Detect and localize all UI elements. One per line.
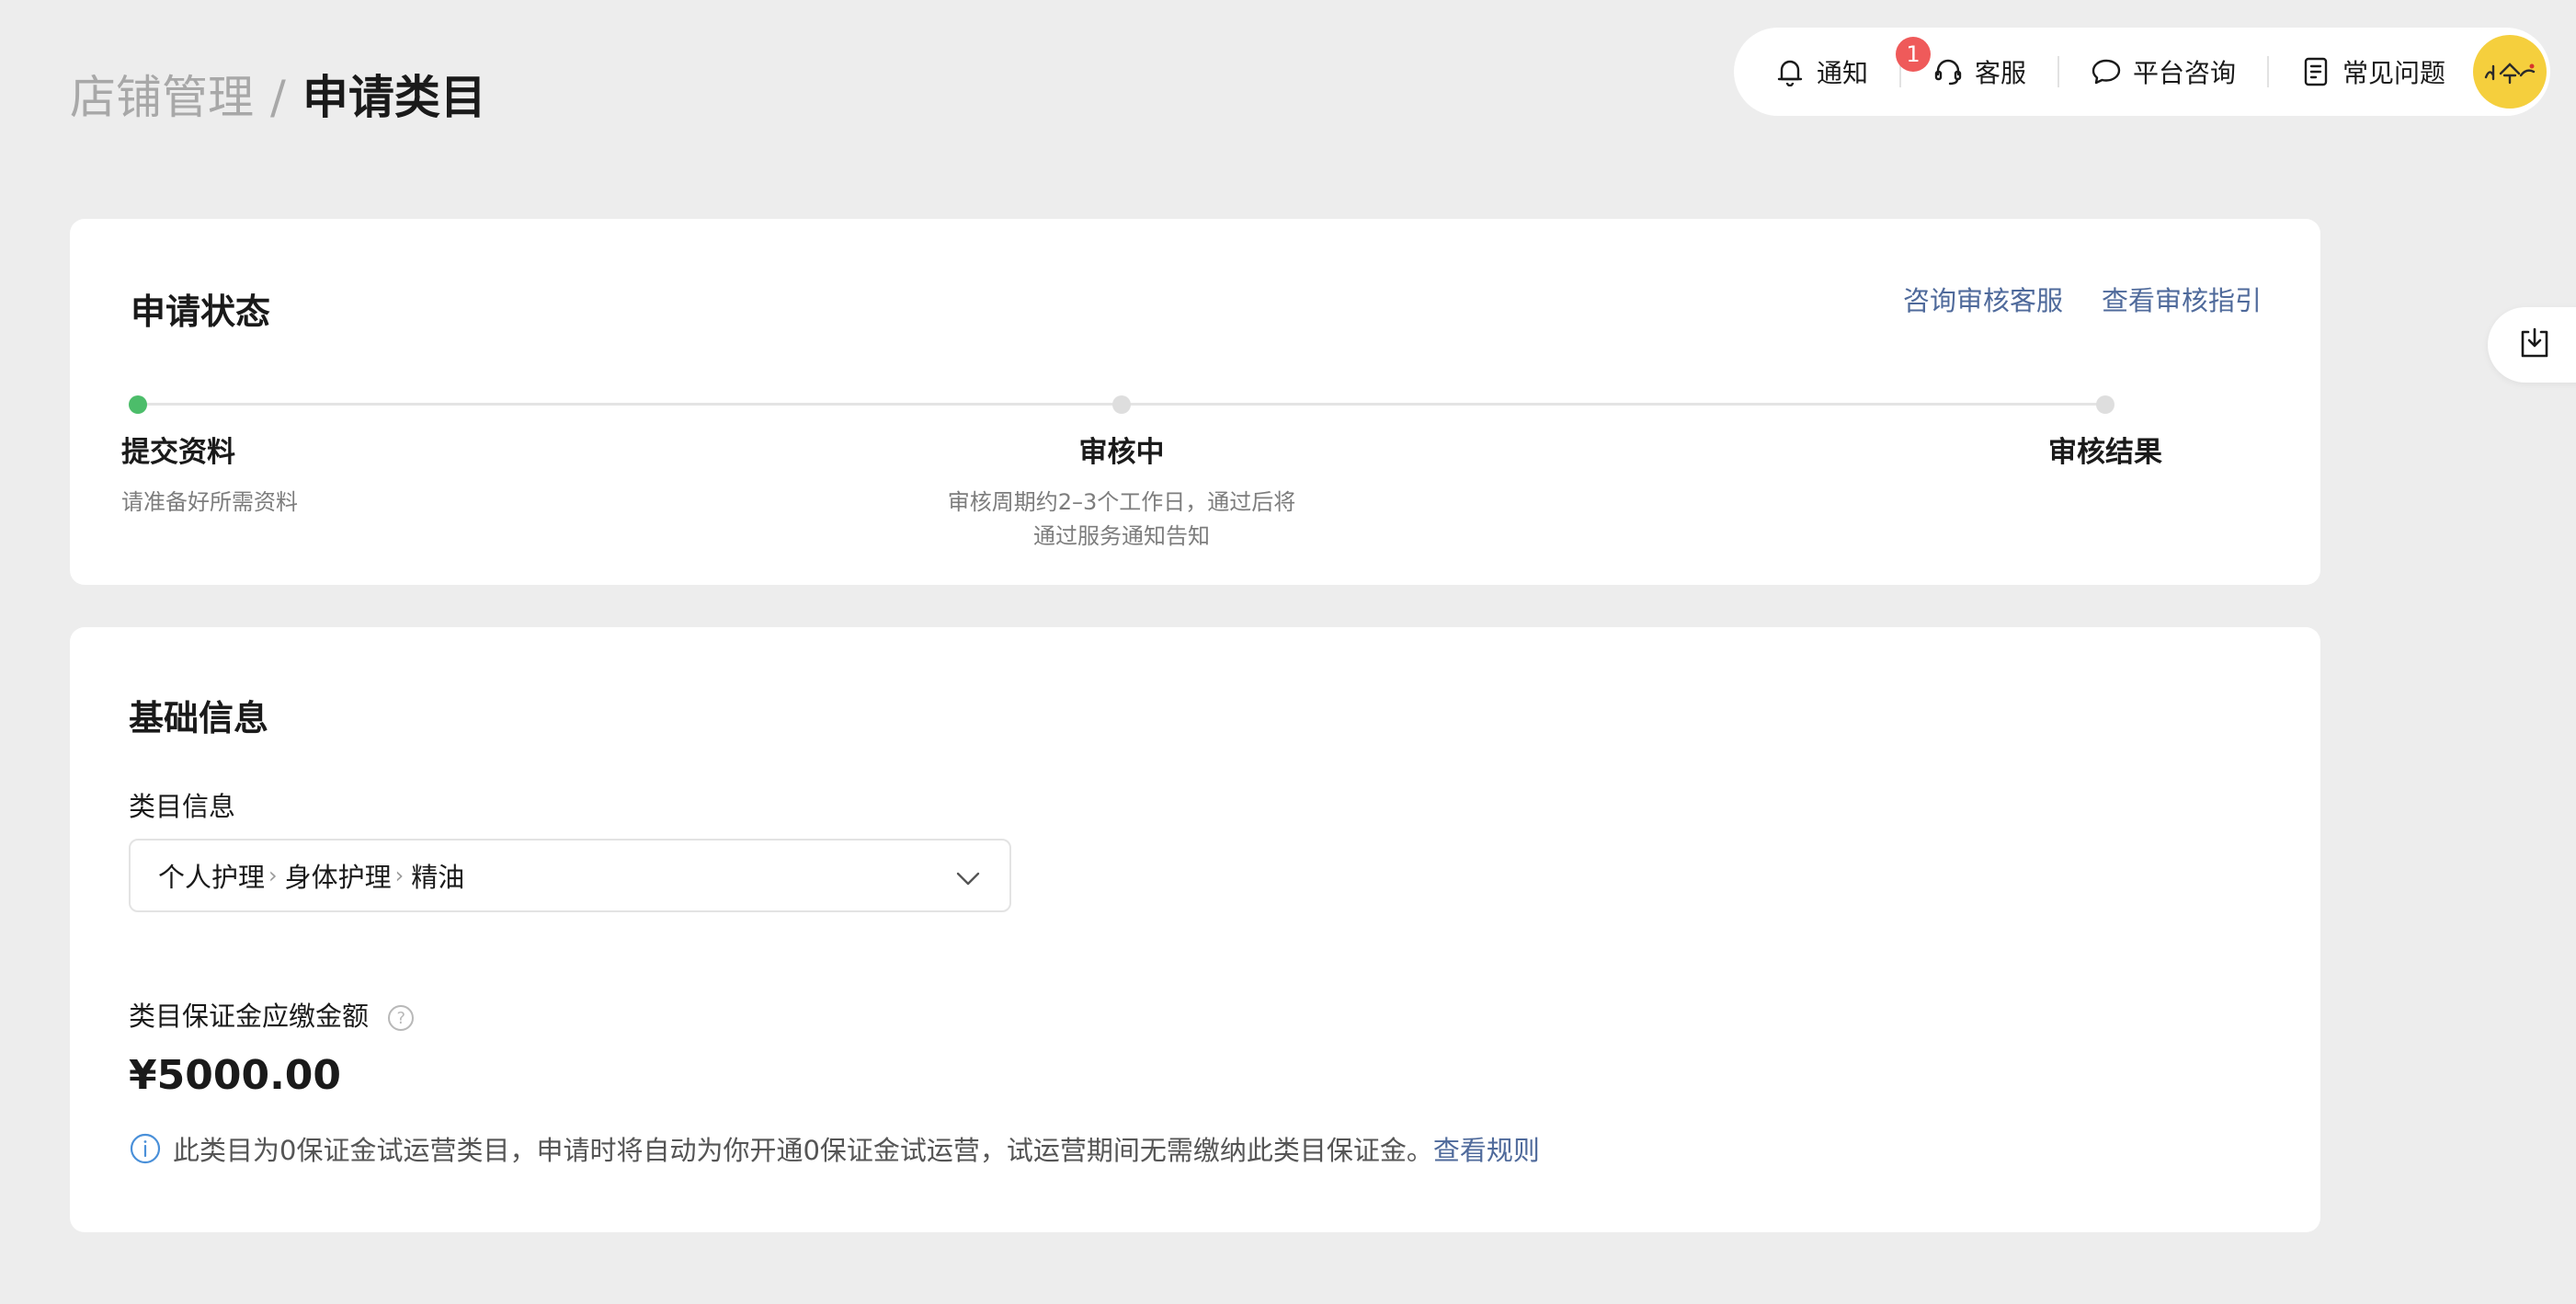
help-icon[interactable]: ? xyxy=(388,1005,415,1031)
step-title-review: 审核中 xyxy=(1078,436,1165,469)
chevron-down-icon xyxy=(954,864,982,896)
status-card-title: 申请状态 xyxy=(131,292,271,332)
divider xyxy=(2267,56,2270,87)
document-icon xyxy=(2300,56,2331,87)
platform-consult-button[interactable]: 平台咨询 xyxy=(2091,28,2236,116)
customer-service-label: 客服 xyxy=(1975,58,2027,88)
deposit-label: 类目保证金应缴金额 xyxy=(129,1001,370,1032)
step-dot-submit xyxy=(129,395,147,414)
headset-icon xyxy=(1932,56,1964,87)
step-desc-review-line2: 通过服务通知告知 xyxy=(1032,523,1210,549)
category-level-1: 个人护理 xyxy=(158,862,266,893)
breadcrumb: 店铺管理 / 申请类目 xyxy=(70,66,486,129)
notice-text: 此类目为0保证金试运营类目，申请时将自动为你开通0保证金试运营，试运营期间无需缴… xyxy=(173,1135,1433,1166)
faq-button[interactable]: 常见问题 xyxy=(2300,28,2445,116)
step-title-submit: 提交资料 xyxy=(121,436,235,469)
avatar[interactable] xyxy=(2473,35,2547,109)
download-icon xyxy=(2519,326,2550,363)
deposit-amount: ¥5000.00 xyxy=(129,1052,342,1099)
faq-label: 常见问题 xyxy=(2342,58,2446,88)
chat-bubble-icon xyxy=(2091,56,2122,87)
chevron-right-icon: › xyxy=(268,863,278,888)
basic-info-card: 基础信息 类目信息 个人护理 › 身体护理 › 精油 类目保证金应缴金额 ? ¥… xyxy=(70,627,2320,1232)
category-level-3: 精油 xyxy=(411,862,465,893)
deposit-label-row: 类目保证金应缴金额 ? xyxy=(129,995,415,1034)
breadcrumb-separator: / xyxy=(270,71,286,124)
breadcrumb-parent[interactable]: 店铺管理 xyxy=(70,66,254,129)
step-dot-result xyxy=(2096,395,2114,414)
application-status-card: 申请状态 咨询审核客服 查看审核指引 提交资料 请准备好所需资料 审核中 审核周… xyxy=(70,219,2320,585)
consult-review-service-link[interactable]: 咨询审核客服 xyxy=(1903,280,2063,318)
download-button[interactable] xyxy=(2488,307,2576,383)
category-select[interactable]: 个人护理 › 身体护理 › 精油 xyxy=(129,839,1011,912)
basic-card-title: 基础信息 xyxy=(129,698,269,738)
category-info-label: 类目信息 xyxy=(129,791,236,822)
divider xyxy=(2057,56,2060,87)
step-title-result: 审核结果 xyxy=(2048,436,2162,469)
bell-icon xyxy=(1774,56,1806,87)
status-links: 咨询审核客服 查看审核指引 xyxy=(1864,280,2262,318)
view-rules-link[interactable]: 查看规则 xyxy=(1433,1129,1540,1168)
step-dot-review xyxy=(1112,395,1131,414)
step-desc-review-line1: 审核周期约2–3个工作日，通过后将 xyxy=(947,489,1296,515)
notification-label: 通知 xyxy=(1817,58,1869,88)
step-desc-review: 审核周期约2–3个工作日，通过后将 通过服务通知告知 xyxy=(948,486,1296,554)
deposit-notice: 此类目为0保证金试运营类目，申请时将自动为你开通0保证金试运营，试运营期间无需缴… xyxy=(129,1129,1540,1168)
customer-service-button[interactable]: 客服 xyxy=(1932,28,2026,116)
avatar-logo-icon xyxy=(2484,63,2536,85)
top-toolbar: 通知 1 客服 平台咨询 常见问题 xyxy=(1734,28,2550,116)
info-icon xyxy=(129,1132,162,1165)
page-title: 申请类目 xyxy=(302,71,486,124)
chevron-right-icon: › xyxy=(394,863,405,888)
step-desc-submit: 请准备好所需资料 xyxy=(121,489,298,515)
platform-consult-label: 平台咨询 xyxy=(2133,58,2237,88)
category-level-2: 身体护理 xyxy=(284,862,392,893)
notification-button[interactable]: 通知 1 xyxy=(1774,28,1931,116)
view-review-guide-link[interactable]: 查看审核指引 xyxy=(2102,280,2262,318)
notification-badge: 1 xyxy=(1896,37,1931,72)
